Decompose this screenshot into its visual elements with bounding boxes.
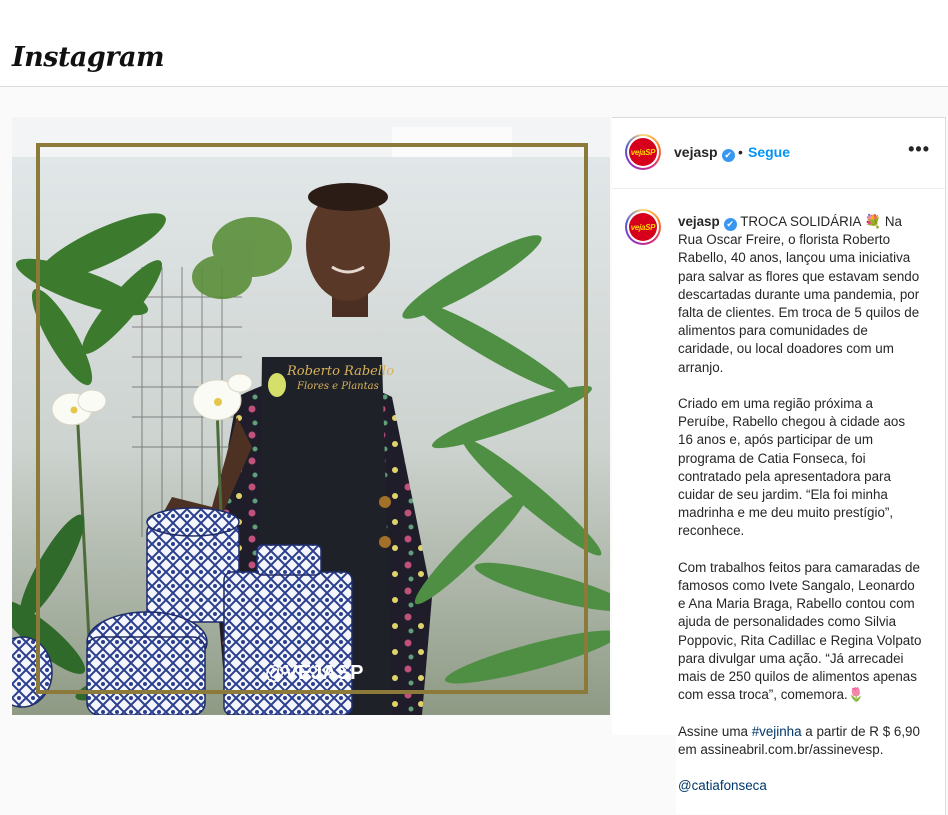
caption-scroll-area[interactable]: vejaSP vejasp ✔ TROCA SOLIDÁRIA 💐 Na Rua …: [612, 189, 946, 814]
caption-paragraph-4-prefix: Assine uma: [678, 723, 752, 739]
caption-paragraph-1: TROCA SOLIDÁRIA 💐 Na Rua Oscar Freire, o…: [678, 214, 923, 375]
header-avatar[interactable]: vejaSP: [625, 134, 661, 170]
top-navigation-bar: Instagram: [0, 0, 948, 87]
follow-button[interactable]: Segue: [748, 144, 790, 160]
caption-avatar[interactable]: vejaSP: [625, 209, 661, 245]
caption-paragraph-3: Com trabalhos feitos para camaradas de f…: [678, 559, 926, 703]
instagram-logo[interactable]: Instagram: [12, 42, 165, 73]
header-username[interactable]: vejasp ✔: [674, 144, 735, 162]
apron-text-1: Roberto Rabello: [286, 364, 394, 379]
verified-badge-icon: ✔: [723, 218, 737, 231]
caption-paragraph-2: Criado em uma região próxima a Peruíbe, …: [678, 396, 909, 539]
panel-bottom-background: [612, 735, 676, 814]
more-options-icon[interactable]: •••: [908, 139, 930, 160]
mention-link[interactable]: @catiafonseca: [678, 778, 767, 793]
separator-dot: •: [738, 144, 743, 160]
post-image[interactable]: Roberto Rabello Flores e Plantas @VEJASP: [12, 117, 610, 715]
post-caption: vejasp ✔ TROCA SOLIDÁRIA 💐 Na Rua Oscar F…: [678, 213, 922, 796]
hashtag-link[interactable]: #vejinha: [752, 724, 802, 739]
post-photo-illustration: Roberto Rabello Flores e Plantas @VEJASP: [12, 117, 610, 715]
apron-text-2: Flores e Plantas: [296, 381, 379, 392]
post-header: vejaSP vejasp ✔ • Segue •••: [612, 117, 946, 189]
post-side-panel: vejaSP vejasp ✔ • Segue ••• vejaSP vejasp…: [612, 117, 946, 814]
image-watermark: @VEJASP: [265, 662, 363, 684]
caption-username[interactable]: vejasp: [678, 214, 720, 229]
verified-badge-icon: ✔: [721, 149, 735, 162]
